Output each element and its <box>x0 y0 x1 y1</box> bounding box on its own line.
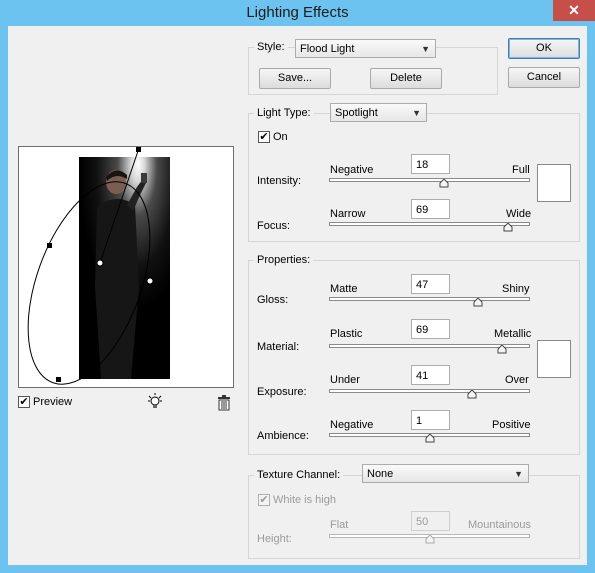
height-input[interactable]: 50 <box>411 511 450 531</box>
height-label: Height: <box>257 533 292 545</box>
ambience-label: Ambience: <box>257 430 309 442</box>
gloss-max-label: Shiny <box>502 283 530 295</box>
gloss-input[interactable]: 47 <box>411 274 450 294</box>
window-title: Lighting Effects <box>246 4 349 21</box>
save-button[interactable]: Save... <box>259 68 331 89</box>
height-min-label: Flat <box>330 519 349 531</box>
intensity-max-label: Full <box>512 164 530 176</box>
chevron-down-icon: ▼ <box>421 44 430 54</box>
lightbulb-icon[interactable] <box>146 393 164 414</box>
on-checkbox[interactable]: ✔ <box>258 131 270 143</box>
chevron-down-icon: ▼ <box>412 108 421 118</box>
material-input[interactable]: 69 <box>411 319 450 339</box>
height-slider-thumb[interactable] <box>425 535 434 544</box>
focus-input[interactable]: 69 <box>411 199 450 219</box>
trash-icon[interactable] <box>217 395 231 414</box>
ok-button[interactable]: OK <box>508 38 580 59</box>
material-min-label: Plastic <box>330 328 363 340</box>
focus-min-label: Narrow <box>330 208 366 220</box>
ambience-max-label: Positive <box>492 419 531 431</box>
preview-svg <box>27 147 170 385</box>
focus-slider-track[interactable] <box>329 222 530 226</box>
gloss-slider-track[interactable] <box>329 297 530 301</box>
light-type-label: Light Type: <box>254 107 314 119</box>
style-select[interactable]: Flood Light ▼ <box>295 39 436 58</box>
light-type-select-value: Spotlight <box>335 107 378 119</box>
height-max-label: Mountainous <box>468 519 531 531</box>
ambient-color-swatch[interactable] <box>537 340 571 378</box>
preview-label: Preview <box>33 396 73 408</box>
ambience-input[interactable]: 1 <box>411 410 450 430</box>
intensity-slider-track[interactable] <box>329 178 530 182</box>
white-is-high-checkbox[interactable]: ✔ <box>258 494 270 506</box>
white-is-high-label: White is high <box>273 494 336 506</box>
texture-select-value: None <box>367 468 394 480</box>
gloss-slider-thumb[interactable] <box>473 298 483 307</box>
gloss-label: Gloss: <box>257 294 289 306</box>
light-corner-handle-bottom[interactable] <box>56 377 61 382</box>
on-label: On <box>273 131 288 143</box>
exposure-max-label: Over <box>505 374 529 386</box>
focus-slider-thumb[interactable] <box>503 223 513 232</box>
style-label: Style: <box>254 41 288 53</box>
intensity-slider-thumb[interactable] <box>439 179 449 188</box>
light-corner-handle-top[interactable] <box>136 147 141 152</box>
chevron-down-icon: ▼ <box>514 469 523 479</box>
intensity-input[interactable]: 18 <box>411 154 450 174</box>
intensity-label: Intensity: <box>257 175 302 187</box>
preview-canvas[interactable] <box>18 146 234 388</box>
preview-checkbox[interactable]: ✔ <box>18 396 30 408</box>
ambience-slider-thumb[interactable] <box>425 434 434 443</box>
exposure-slider-track[interactable] <box>329 389 530 393</box>
properties-label: Properties: <box>254 254 314 266</box>
light-center-handle[interactable] <box>96 259 104 267</box>
intensity-min-label: Negative <box>330 164 374 176</box>
delete-button[interactable]: Delete <box>370 68 442 89</box>
exposure-input[interactable]: 41 <box>411 365 450 385</box>
material-label: Material: <box>257 341 300 353</box>
gloss-min-label: Matte <box>330 283 358 295</box>
style-select-value: Flood Light <box>300 43 355 55</box>
exposure-min-label: Under <box>330 374 360 386</box>
light-side-handle[interactable] <box>146 277 154 285</box>
focus-max-label: Wide <box>506 208 532 220</box>
focus-label: Focus: <box>257 220 291 232</box>
exposure-slider-thumb[interactable] <box>467 390 477 399</box>
light-type-select[interactable]: Spotlight ▼ <box>330 103 427 122</box>
texture-channel-select[interactable]: None ▼ <box>362 464 529 483</box>
texture-channel-label: Texture Channel: <box>254 469 344 481</box>
ambience-min-label: Negative <box>330 419 374 431</box>
light-corner-handle-left[interactable] <box>47 243 52 248</box>
exposure-label: Exposure: <box>257 386 307 398</box>
material-slider-thumb[interactable] <box>497 345 507 354</box>
light-color-swatch[interactable] <box>537 164 571 202</box>
material-max-label: Metallic <box>494 328 532 340</box>
close-button[interactable]: ✕ <box>553 0 595 21</box>
cancel-button[interactable]: Cancel <box>508 67 580 88</box>
